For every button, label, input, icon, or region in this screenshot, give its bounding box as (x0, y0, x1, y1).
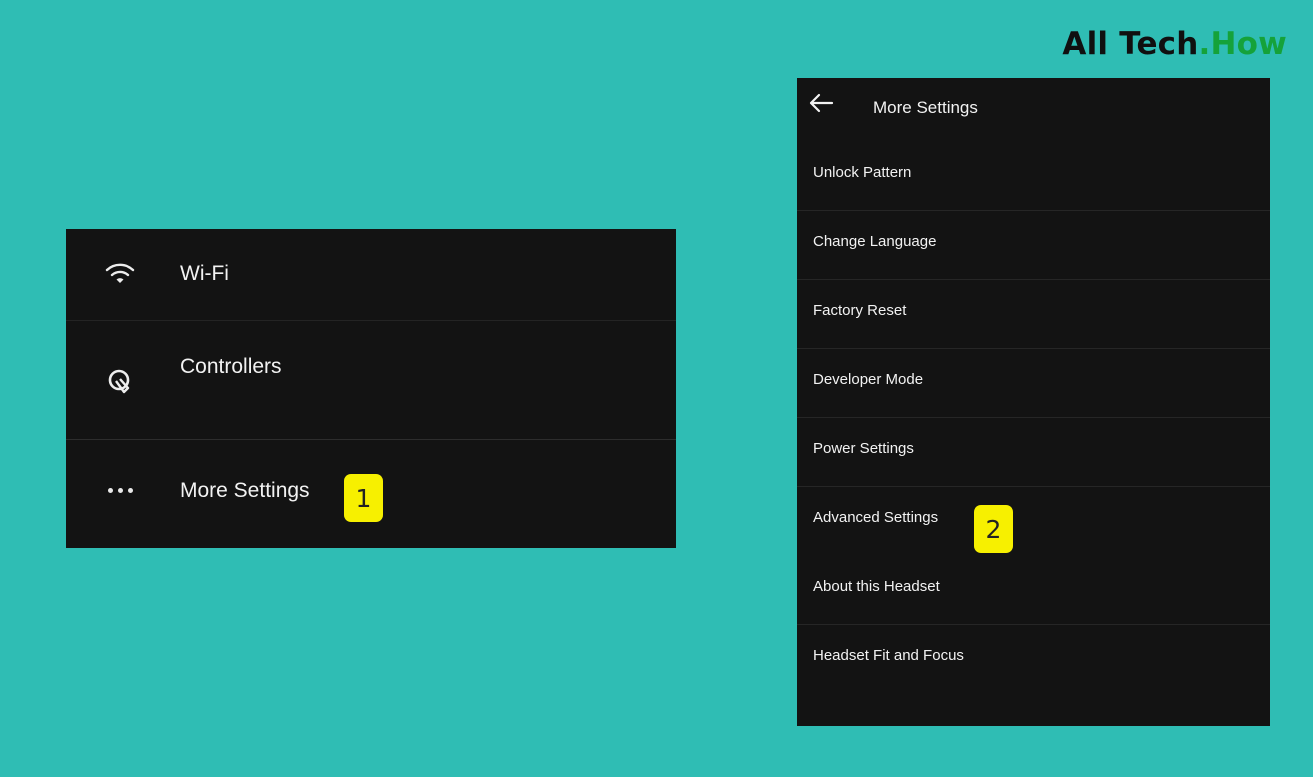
menu-item-about-headset[interactable]: About this Headset (797, 556, 1270, 625)
settings-item-controllers[interactable]: Controllers (66, 321, 676, 440)
menu-item-label: Headset Fit and Focus (813, 647, 964, 664)
menu-item-power-settings[interactable]: Power Settings (797, 418, 1270, 487)
menu-item-label: About this Headset (813, 578, 940, 595)
menu-item-label: Factory Reset (813, 302, 907, 319)
back-arrow-icon[interactable] (803, 88, 839, 118)
more-settings-panel: More Settings Unlock Pattern Change Lang… (797, 78, 1270, 726)
menu-item-headset-fit-focus[interactable]: Headset Fit and Focus (797, 625, 1270, 693)
menu-item-label: Unlock Pattern (813, 164, 912, 181)
panel-header: More Settings (797, 78, 1270, 140)
page-title: More Settings (873, 98, 978, 117)
menu-item-label: Advanced Settings (813, 509, 939, 526)
step-badge-2: 2 (974, 505, 1013, 553)
settings-item-label: Wi-Fi (180, 262, 229, 285)
menu-item-developer-mode[interactable]: Developer Mode (797, 349, 1270, 418)
menu-item-label: Change Language (813, 233, 937, 250)
brand-suffix: .How (1198, 26, 1287, 62)
brand-logo: All Tech.How (1062, 26, 1287, 62)
controller-icon (100, 363, 140, 403)
menu-item-change-language[interactable]: Change Language (797, 211, 1270, 280)
wifi-icon (100, 253, 140, 293)
menu-item-label: Developer Mode (813, 371, 924, 388)
menu-item-label: Power Settings (813, 440, 914, 457)
settings-item-label: More Settings (180, 479, 310, 502)
menu-item-factory-reset[interactable]: Factory Reset (797, 280, 1270, 349)
settings-item-wifi[interactable]: Wi-Fi (66, 229, 676, 321)
menu-item-unlock-pattern[interactable]: Unlock Pattern (797, 142, 1270, 211)
step-badge-1: 1 (344, 474, 383, 522)
settings-item-label: Controllers (180, 355, 282, 378)
brand-name: All Tech (1062, 26, 1199, 62)
menu-item-advanced-settings[interactable]: Advanced Settings (797, 487, 1270, 555)
more-dots-icon (100, 470, 140, 510)
